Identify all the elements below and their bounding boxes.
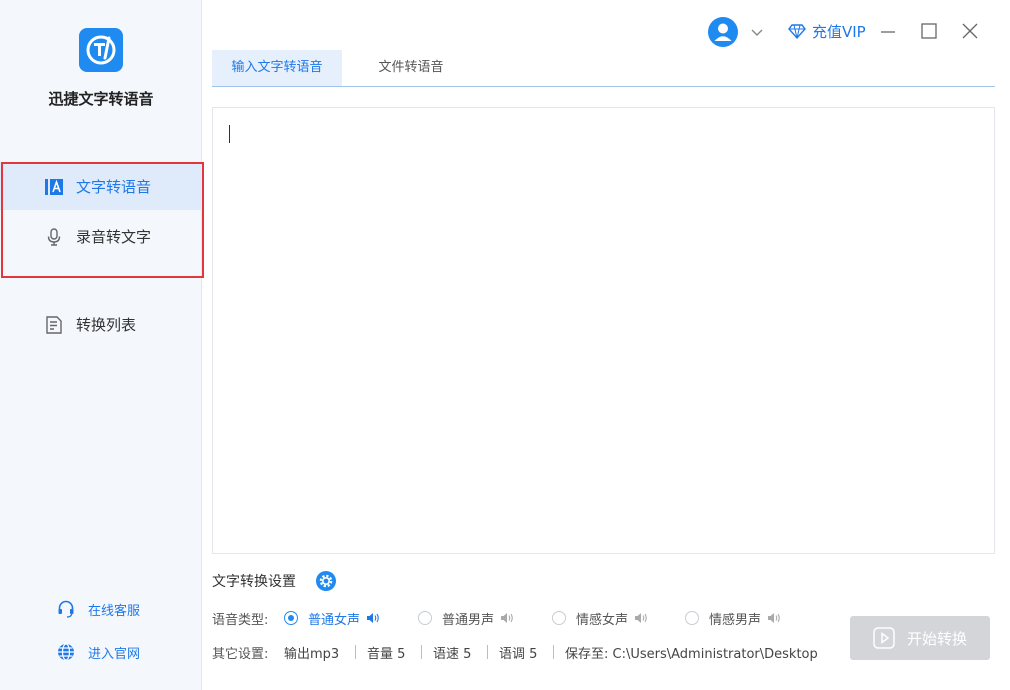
official-website-link[interactable]: 进入官网 [56, 641, 140, 663]
voice-option-label: 情感男声 [709, 612, 762, 628]
diamond-icon [788, 22, 806, 40]
recharge-vip-button[interactable]: 充值VIP [788, 20, 866, 42]
divider [553, 645, 554, 659]
voice-option-label: 普通男声 [442, 612, 495, 628]
voice-option-label: 情感女声 [576, 612, 629, 628]
sidebar-item-label: 文字转语音 [76, 177, 152, 196]
volume-setting[interactable]: 音量 5 [367, 643, 405, 662]
divider [355, 645, 356, 659]
settings-title: 文字转换设置 [212, 574, 296, 590]
tab-input-text[interactable]: 输入文字转语音 [212, 50, 342, 86]
save-path-setting[interactable]: 保存至: C:\Users\Administrator\Desktop [565, 643, 818, 662]
chevron-down-icon[interactable] [750, 24, 764, 38]
tab-file-to-speech[interactable]: 文件转语音 [347, 50, 475, 86]
close-icon[interactable] [961, 22, 979, 40]
start-conversion-button[interactable]: 开始转换 [850, 616, 990, 660]
tab-bar: 输入文字转语音 文件转语音 [212, 50, 995, 87]
sidebar-item-label: 录音转文字 [76, 227, 152, 246]
sidebar-item-text-to-speech[interactable]: 文字转语音 [0, 162, 202, 210]
text-input-area[interactable] [212, 107, 995, 554]
divider [487, 645, 488, 659]
output-format-setting[interactable]: 输出mp3 [284, 643, 339, 662]
pitch-setting[interactable]: 语调 5 [499, 643, 537, 662]
microphone-icon [44, 227, 64, 247]
online-support-label: 在线客服 [88, 603, 141, 619]
speaker-icon[interactable] [634, 612, 648, 624]
speaker-icon[interactable] [366, 612, 380, 624]
radio-button[interactable] [418, 611, 432, 625]
sidebar-item-speech-to-text[interactable]: 录音转文字 [0, 212, 202, 260]
text-cursor [229, 125, 230, 143]
online-support-link[interactable]: 在线客服 [56, 598, 140, 620]
official-website-label: 进入官网 [88, 646, 141, 662]
voice-option-emotional-female[interactable]: 情感女声 [552, 608, 648, 628]
text-a-icon [44, 177, 64, 197]
document-list-icon [44, 315, 64, 335]
voice-option-label: 普通女声 [308, 612, 361, 628]
headset-icon [56, 599, 76, 619]
radio-button[interactable] [685, 611, 699, 625]
vip-label: 充值VIP [812, 22, 866, 41]
user-avatar-icon[interactable] [708, 17, 738, 47]
sidebar-item-conversion-list[interactable]: 转换列表 [0, 300, 202, 348]
speaker-icon[interactable] [500, 612, 514, 624]
play-icon [873, 627, 895, 649]
start-button-label: 开始转换 [906, 629, 967, 648]
speaker-icon[interactable] [767, 612, 781, 624]
radio-button[interactable] [284, 611, 298, 625]
speed-setting[interactable]: 语速 5 [433, 643, 471, 662]
gear-icon[interactable] [315, 570, 337, 592]
sidebar: 迅捷文字转语音 文字转语音 录音转文字 转换列表 在线客服 进入官网 [0, 0, 204, 690]
sidebar-item-label: 转换列表 [76, 315, 137, 334]
radio-button[interactable] [552, 611, 566, 625]
voice-option-emotional-male[interactable]: 情感男声 [685, 608, 781, 628]
app-name: 迅捷文字转语音 [48, 90, 154, 108]
globe-icon [56, 642, 76, 662]
other-settings-label: 其它设置: [212, 647, 269, 662]
voice-option-normal-male[interactable]: 普通男声 [418, 608, 514, 628]
voice-type-label: 语音类型: [212, 613, 269, 628]
divider [421, 645, 422, 659]
minimize-icon[interactable] [879, 22, 897, 40]
app-logo-icon [79, 28, 123, 72]
maximize-icon[interactable] [920, 22, 938, 40]
voice-option-normal-female[interactable]: 普通女声 [284, 608, 380, 628]
